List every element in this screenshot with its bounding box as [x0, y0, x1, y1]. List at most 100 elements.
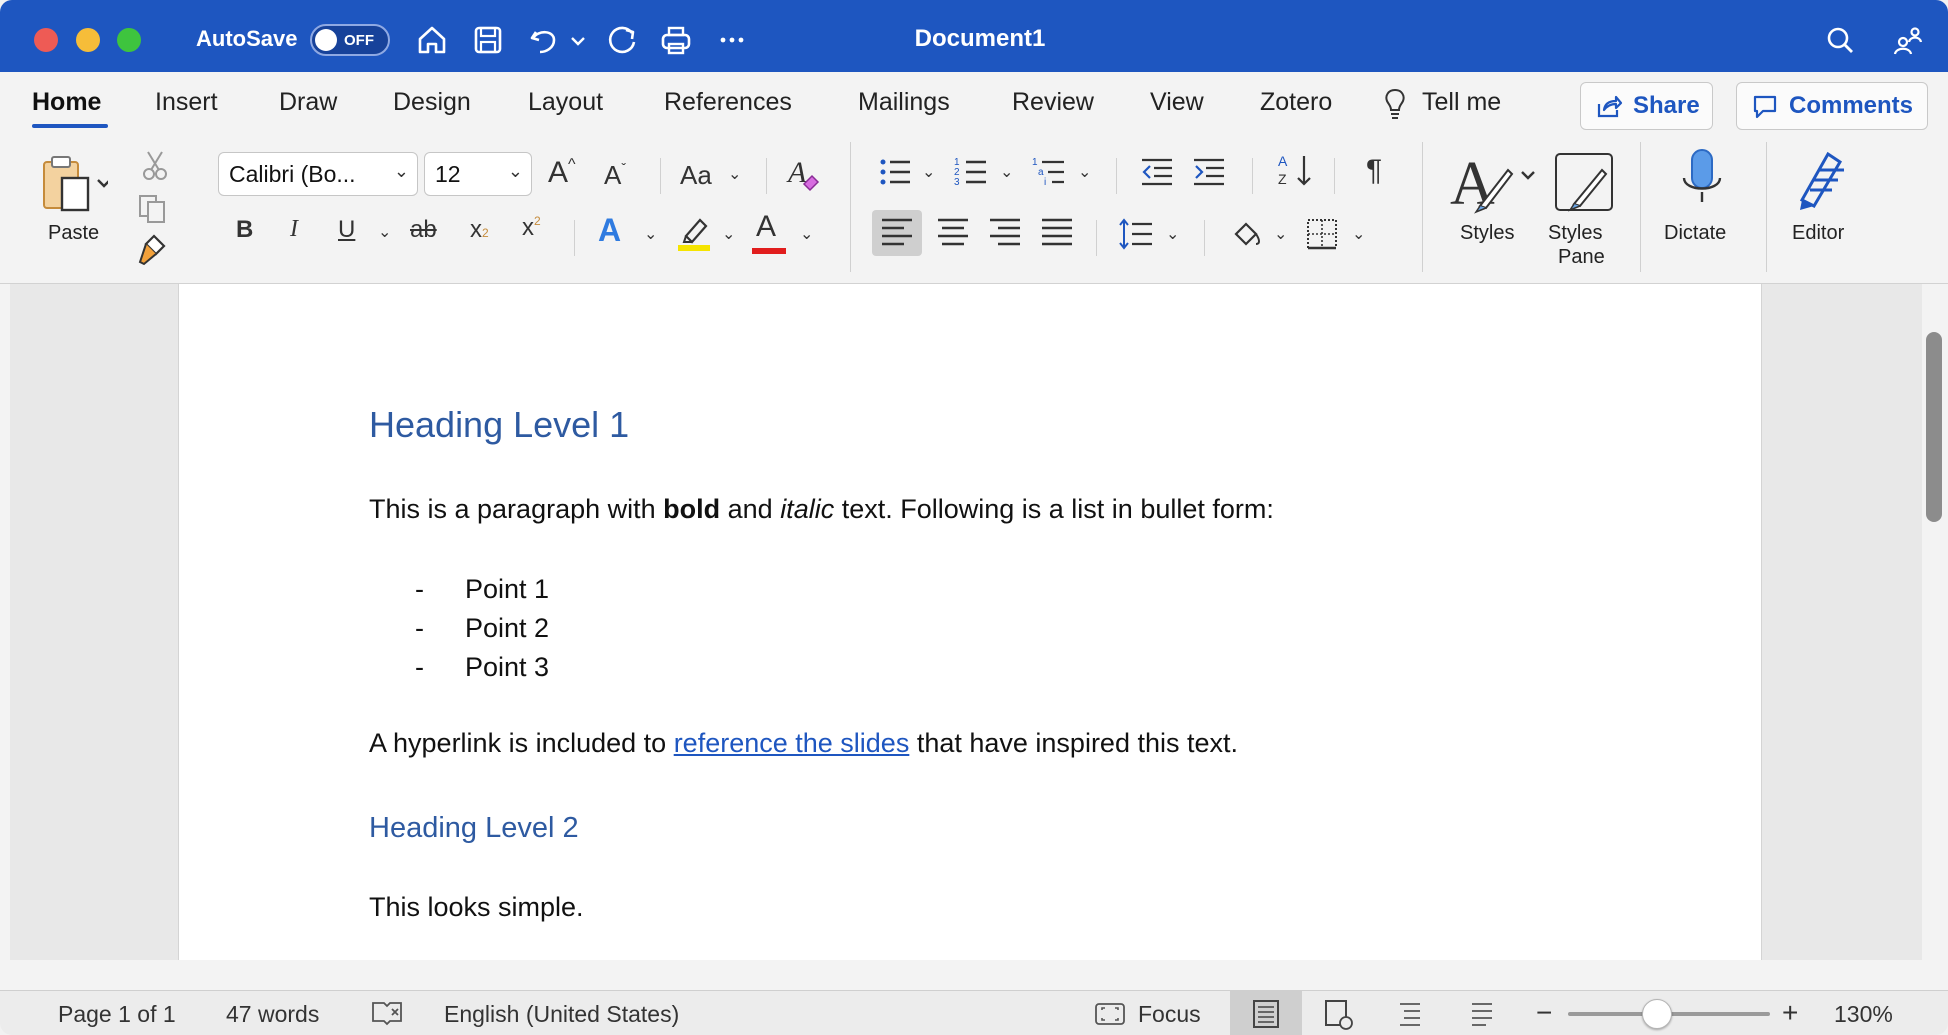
- strikethrough-button[interactable]: ab: [410, 216, 437, 244]
- undo-icon[interactable]: [524, 20, 564, 60]
- cut-icon[interactable]: [140, 148, 170, 182]
- editor-icon[interactable]: [1788, 146, 1858, 210]
- chevron-down-icon[interactable]: ⌄: [1166, 224, 1179, 244]
- paste-icon[interactable]: [38, 154, 108, 214]
- tab-view[interactable]: View: [1150, 88, 1204, 117]
- tab-review[interactable]: Review: [1012, 88, 1094, 117]
- tab-mailings[interactable]: Mailings: [858, 88, 950, 117]
- zoom-in-button[interactable]: +: [1782, 997, 1798, 1029]
- web-layout-view-button[interactable]: [1302, 991, 1374, 1035]
- font-size-field[interactable]: 12 ⌄: [424, 152, 532, 196]
- chevron-down-icon[interactable]: ⌄: [728, 164, 741, 184]
- chevron-down-icon[interactable]: ⌄: [378, 222, 391, 242]
- word-count[interactable]: 47 words: [226, 1001, 319, 1028]
- heading-level-1[interactable]: Heading Level 1: [369, 404, 629, 446]
- chevron-down-icon[interactable]: ⌄: [722, 224, 735, 244]
- underline-button[interactable]: U: [338, 216, 355, 244]
- share-button[interactable]: Share: [1580, 82, 1713, 130]
- copy-icon[interactable]: [136, 192, 170, 226]
- print-icon[interactable]: [656, 20, 696, 60]
- justify-button[interactable]: [1032, 210, 1082, 256]
- focus-label[interactable]: Focus: [1138, 1001, 1201, 1028]
- subscript-button[interactable]: x2: [470, 216, 489, 244]
- list-item[interactable]: Point 1: [465, 574, 549, 605]
- microphone-icon[interactable]: [1680, 148, 1724, 212]
- change-case-button[interactable]: Aa: [680, 160, 712, 191]
- print-layout-view-button[interactable]: [1230, 991, 1302, 1035]
- chevron-down-icon[interactable]: ⌄: [1274, 224, 1287, 244]
- search-icon[interactable]: [1820, 20, 1860, 60]
- lightbulb-icon[interactable]: [1380, 86, 1410, 122]
- font-name-field[interactable]: Calibri (Bo... ⌄: [218, 152, 418, 196]
- tab-tell-me[interactable]: Tell me: [1422, 88, 1501, 117]
- chevron-down-icon[interactable]: ⌄: [1000, 162, 1013, 182]
- tab-layout[interactable]: Layout: [528, 88, 603, 117]
- more-icon[interactable]: [712, 20, 752, 60]
- tab-zotero[interactable]: Zotero: [1260, 88, 1332, 117]
- scrollbar-thumb[interactable]: [1926, 332, 1942, 522]
- styles-icon[interactable]: A: [1448, 150, 1538, 214]
- align-left-button[interactable]: [872, 210, 922, 256]
- align-center-button[interactable]: [928, 210, 978, 256]
- save-icon[interactable]: [468, 20, 508, 60]
- account-icon[interactable]: [1888, 20, 1928, 60]
- hyperlink[interactable]: reference the slides: [674, 728, 910, 758]
- tab-draw[interactable]: Draw: [279, 88, 337, 117]
- clear-formatting-icon[interactable]: A: [786, 154, 822, 194]
- zoom-window-button[interactable]: [117, 28, 141, 52]
- show-formatting-marks-button[interactable]: ¶: [1366, 154, 1382, 188]
- paragraph-3[interactable]: This looks simple.: [369, 892, 584, 923]
- paragraph-1[interactable]: This is a paragraph with bold and italic…: [369, 494, 1274, 525]
- sort-icon[interactable]: AZ: [1276, 150, 1316, 190]
- draft-view-button[interactable]: [1446, 991, 1518, 1035]
- page-count[interactable]: Page 1 of 1: [58, 1001, 176, 1028]
- shading-icon[interactable]: [1228, 216, 1264, 252]
- tab-references[interactable]: References: [664, 88, 792, 117]
- shrink-font-button[interactable]: Aˇ: [604, 160, 626, 191]
- zoom-level[interactable]: 130%: [1834, 1001, 1893, 1028]
- chevron-down-icon[interactable]: ⌄: [800, 224, 813, 244]
- language-indicator[interactable]: English (United States): [444, 1001, 679, 1028]
- vertical-scrollbar[interactable]: [1922, 284, 1948, 960]
- proofing-icon[interactable]: [370, 999, 404, 1027]
- redo-icon[interactable]: [602, 20, 642, 60]
- autosave-toggle[interactable]: OFF: [310, 24, 390, 56]
- close-window-button[interactable]: [34, 28, 58, 52]
- highlight-icon[interactable]: [676, 212, 712, 252]
- decrease-indent-icon[interactable]: [1140, 156, 1174, 188]
- superscript-button[interactable]: x2: [522, 214, 541, 242]
- comments-button[interactable]: Comments: [1736, 82, 1928, 130]
- outline-view-button[interactable]: [1374, 991, 1446, 1035]
- tab-insert[interactable]: Insert: [155, 88, 218, 117]
- tab-home[interactable]: Home: [32, 88, 101, 117]
- tab-design[interactable]: Design: [393, 88, 471, 117]
- chevron-down-icon[interactable]: ⌄: [1352, 224, 1365, 244]
- heading-level-2[interactable]: Heading Level 2: [369, 812, 579, 845]
- home-icon[interactable]: [412, 20, 452, 60]
- paragraph-2[interactable]: A hyperlink is included to reference the…: [369, 728, 1238, 759]
- undo-dropdown-chevron-down-icon[interactable]: [566, 20, 590, 60]
- minimize-window-button[interactable]: [76, 28, 100, 52]
- grow-font-button[interactable]: A^: [548, 156, 576, 190]
- italic-button[interactable]: I: [290, 216, 298, 243]
- bold-button[interactable]: B: [236, 216, 253, 244]
- bullets-icon[interactable]: [878, 154, 914, 190]
- line-spacing-icon[interactable]: [1118, 216, 1154, 252]
- list-item[interactable]: Point 3: [465, 652, 549, 683]
- zoom-out-button[interactable]: −: [1536, 997, 1552, 1029]
- text-effects-button[interactable]: A: [598, 212, 621, 249]
- styles-pane-icon[interactable]: [1552, 150, 1616, 214]
- format-painter-icon[interactable]: [136, 232, 170, 268]
- document-page[interactable]: Heading Level 1 This is a paragraph with…: [178, 284, 1762, 960]
- list-item[interactable]: Point 2: [465, 613, 549, 644]
- focus-icon[interactable]: [1094, 1001, 1126, 1027]
- increase-indent-icon[interactable]: [1192, 156, 1226, 188]
- multilevel-list-icon[interactable]: 1ai: [1032, 154, 1068, 190]
- zoom-slider-knob[interactable]: [1642, 999, 1672, 1029]
- chevron-down-icon[interactable]: ⌄: [644, 224, 657, 244]
- align-right-button[interactable]: [980, 210, 1030, 256]
- chevron-down-icon[interactable]: ⌄: [922, 162, 935, 182]
- font-color-button[interactable]: A: [756, 210, 776, 244]
- chevron-down-icon[interactable]: ⌄: [1078, 162, 1091, 182]
- borders-icon[interactable]: [1304, 216, 1340, 252]
